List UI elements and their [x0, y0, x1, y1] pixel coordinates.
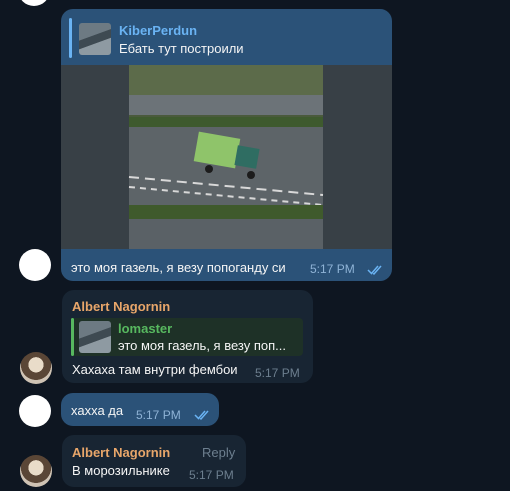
reply-action[interactable]: Reply — [202, 445, 235, 460]
message-text: В морозильнике — [72, 463, 170, 478]
reply-preview[interactable]: lomaster это моя газель, я везу поп... — [71, 318, 303, 356]
reply-thumbnail — [79, 321, 111, 353]
reply-preview[interactable]: KiberPerdun Ебать тут построили — [69, 16, 384, 60]
message-time: 5:17 PM — [255, 366, 300, 380]
message-incoming-reply[interactable]: Albert Nagornin lomaster это моя газель,… — [62, 290, 313, 383]
reply-author: KiberPerdun — [119, 23, 198, 38]
reply-author: lomaster — [118, 321, 173, 336]
message-time: 5:17 PM — [310, 262, 355, 276]
message-author[interactable]: Albert Nagornin — [72, 299, 170, 314]
photo-image — [61, 65, 392, 249]
reply-accent-bar — [69, 18, 72, 58]
double-check-icon — [367, 265, 382, 275]
message-time: 5:17 PM — [136, 408, 181, 422]
photo-attachment[interactable] — [61, 65, 392, 249]
avatar-blank[interactable] — [19, 249, 51, 281]
avatar-anime[interactable] — [20, 352, 52, 384]
avatar-partial[interactable] — [18, 0, 50, 6]
reply-text: это моя газель, я везу поп... — [118, 338, 286, 353]
message-outgoing-photo[interactable]: KiberPerdun Ебать тут построили это моя … — [61, 9, 392, 281]
message-incoming-text[interactable]: Albert Nagornin Reply В морозильнике 5:1… — [62, 435, 246, 487]
reply-thumbnail — [79, 23, 111, 55]
double-check-icon — [194, 410, 209, 420]
message-text: это моя газель, я везу попоганду си — [71, 260, 286, 275]
avatar-blank[interactable] — [19, 395, 51, 427]
message-text: Хахаха там внутри фембои — [72, 362, 238, 377]
reply-accent-bar — [71, 318, 74, 356]
message-time: 5:17 PM — [189, 468, 234, 482]
message-author[interactable]: Albert Nagornin — [72, 445, 170, 460]
message-outgoing-text[interactable]: хахха да 5:17 PM — [61, 393, 219, 426]
message-text: хахха да — [71, 403, 124, 418]
reply-text: Ебать тут построили — [119, 41, 244, 56]
avatar-anime[interactable] — [20, 455, 52, 487]
